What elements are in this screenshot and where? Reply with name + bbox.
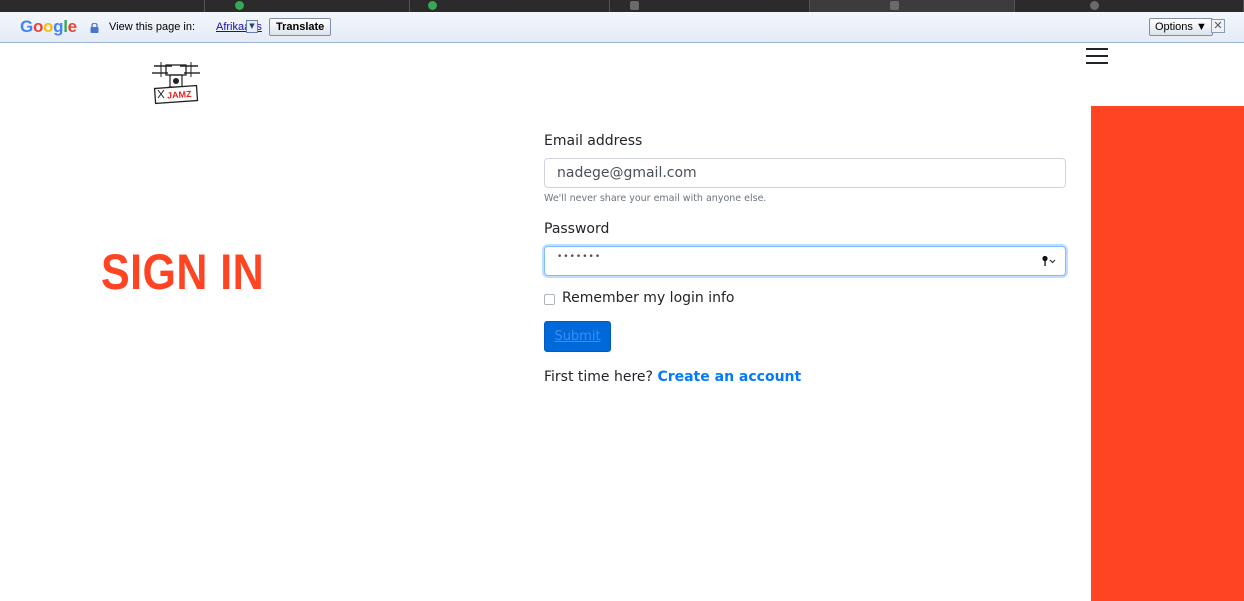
logo-badge-text: JAMZ xyxy=(167,89,193,101)
browser-tab[interactable] xyxy=(205,0,410,12)
google-logo: Google xyxy=(20,17,77,36)
password-field[interactable]: ••••••• xyxy=(544,246,1066,276)
browser-tab-active[interactable] xyxy=(810,0,1015,12)
email-help-text: We'll never share your email with anyone… xyxy=(544,193,767,204)
hamburger-menu-icon[interactable] xyxy=(1086,48,1108,64)
password-label: Password xyxy=(544,221,610,237)
drone-logo-icon[interactable]: JAMZ xyxy=(148,57,204,107)
first-time-text: First time here? Create an account xyxy=(544,369,801,385)
translate-button[interactable]: Translate xyxy=(269,18,332,36)
lock-icon xyxy=(90,23,99,33)
page-title: SIGN IN xyxy=(101,244,265,300)
email-field[interactable] xyxy=(544,158,1066,188)
remember-checkbox[interactable] xyxy=(544,294,555,305)
browser-tab[interactable] xyxy=(0,0,205,12)
password-mask: ••••••• xyxy=(557,252,602,262)
email-label: Email address xyxy=(544,133,643,149)
create-account-link[interactable]: Create an account xyxy=(657,369,801,385)
key-icon[interactable] xyxy=(1042,255,1056,267)
options-button[interactable]: Options ▼ xyxy=(1149,18,1213,36)
first-time-label: First time here? xyxy=(544,369,653,385)
browser-tab[interactable] xyxy=(610,0,810,12)
browser-tab-strip xyxy=(0,0,1244,12)
translate-prompt: View this page in: xyxy=(109,21,196,33)
submit-button[interactable]: Submit xyxy=(544,321,611,352)
side-panel xyxy=(1091,106,1244,601)
translate-bar: Google View this page in: Afrikaans ▼ Tr… xyxy=(0,12,1244,43)
browser-tab[interactable] xyxy=(1015,0,1244,12)
language-dropdown-icon[interactable]: ▼ xyxy=(246,20,258,33)
remember-label[interactable]: Remember my login info xyxy=(562,290,735,306)
close-icon[interactable]: ✕ xyxy=(1211,19,1225,33)
browser-tab[interactable] xyxy=(410,0,610,12)
